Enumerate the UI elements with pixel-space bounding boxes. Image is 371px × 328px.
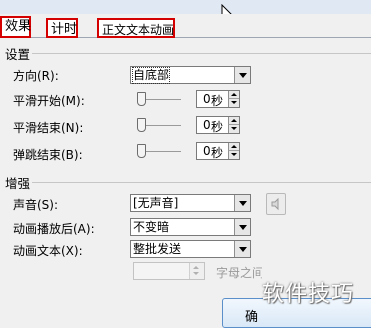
chevron-down-icon[interactable] [234,219,250,235]
chevron-down-icon[interactable] [234,241,250,257]
after-animation-label: 动画播放后(A): [13,222,95,236]
tab-timing[interactable]: 计时 [46,18,78,38]
watermark: 软件技巧 [262,282,355,307]
bounce-end-slider[interactable] [137,144,181,158]
slider-thumb[interactable] [137,92,146,106]
smooth-end-label: 平滑结束(N): [13,121,84,135]
direction-dropdown[interactable]: 自底部 [130,66,251,84]
animate-text-dropdown[interactable]: 整批发送 [130,240,251,258]
window-title-strip [0,0,371,14]
bounce-end-value: 0 [203,144,211,158]
slider-thumb[interactable] [137,144,146,158]
smooth-end-slider[interactable] [137,118,181,132]
letter-delay-label: 字母之间 [216,266,262,280]
enhancements-heading: 增强 [5,176,31,191]
smooth-end-unit: 秒 [211,120,224,134]
spin-arrows-icon[interactable] [189,263,204,279]
chevron-down-icon[interactable] [234,195,250,211]
spin-down-icon[interactable] [228,151,239,159]
after-animation-value: 不变暗 [133,220,170,234]
spin-down-icon[interactable] [228,99,239,107]
animate-text-value: 整批发送 [133,242,182,256]
sound-value: [无声音] [133,196,179,210]
spin-up-icon[interactable] [228,91,239,99]
chevron-down-icon[interactable] [234,67,250,83]
after-animation-dropdown[interactable]: 不变暗 [130,218,251,236]
direction-value: 自底部 [131,67,171,84]
letter-delay-spinner[interactable] [133,262,205,280]
smooth-start-label: 平滑开始(M): [13,94,85,108]
spin-up-icon[interactable] [228,143,239,151]
tab-effects[interactable]: 效果 [0,16,31,38]
bounce-end-unit: 秒 [211,146,224,160]
smooth-start-unit: 秒 [211,94,224,108]
bounce-end-label: 弹跳结束(B): [13,148,83,162]
tab-text-animation[interactable]: 正文文本动画 [97,18,175,38]
smooth-start-slider[interactable] [137,92,181,106]
direction-label: 方向(R): [13,69,59,83]
speaker-button[interactable] [266,193,286,215]
settings-heading: 设置 [5,47,31,62]
animate-text-label: 动画文本(X): [13,244,83,258]
sound-label: 声音(S): [13,198,59,212]
speaker-icon [271,197,279,211]
sound-dropdown[interactable]: [无声音] [130,194,251,212]
slider-thumb[interactable] [137,118,146,132]
spin-up-icon[interactable] [228,117,239,125]
ok-button-label: 确 [245,310,259,325]
smooth-end-value: 0 [203,118,211,132]
smooth-start-value: 0 [203,92,211,106]
enhancements-divider [32,182,371,183]
settings-divider [32,53,371,54]
spin-down-icon[interactable] [228,125,239,133]
